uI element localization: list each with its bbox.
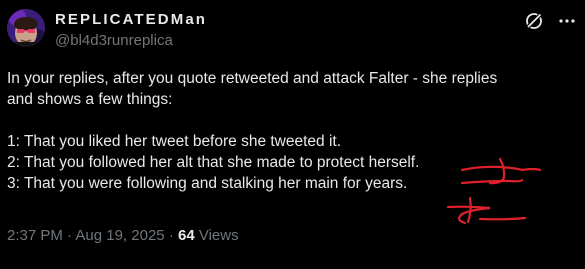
views-label: Views	[198, 227, 239, 244]
tweet-time[interactable]: 2:37 PM	[7, 227, 63, 244]
avatar-portrait-icon	[7, 9, 45, 47]
avatar[interactable]	[7, 9, 45, 47]
tweet-date[interactable]: Aug 19, 2025	[75, 227, 164, 244]
tweet-body: In your replies, after you quote retweet…	[7, 68, 577, 194]
grok-icon[interactable]	[523, 10, 545, 32]
tweet-card: REPLICATEDMan @bl4d3runreplica In your r…	[0, 0, 585, 269]
meta-separator: ·	[67, 227, 73, 244]
views-count: 64	[177, 227, 195, 244]
author-handle[interactable]: @bl4d3runreplica	[55, 32, 173, 49]
meta-separator: ·	[168, 227, 174, 244]
tweet-line: 3: That you were following and stalking …	[7, 175, 408, 192]
tweet-line: and shows a few things:	[7, 91, 173, 108]
author-display-name[interactable]: REPLICATEDMan	[55, 11, 207, 28]
tweet-line: 2: That you followed her alt that she ma…	[7, 154, 420, 171]
more-options-icon[interactable]	[556, 10, 578, 32]
tweet-line: In your replies, after you quote retweet…	[7, 70, 498, 87]
tweet-line: 1: That you liked her tweet before she t…	[7, 133, 342, 150]
tweet-meta: 2:37 PM · Aug 19, 2025 · 64 Views	[7, 227, 239, 244]
